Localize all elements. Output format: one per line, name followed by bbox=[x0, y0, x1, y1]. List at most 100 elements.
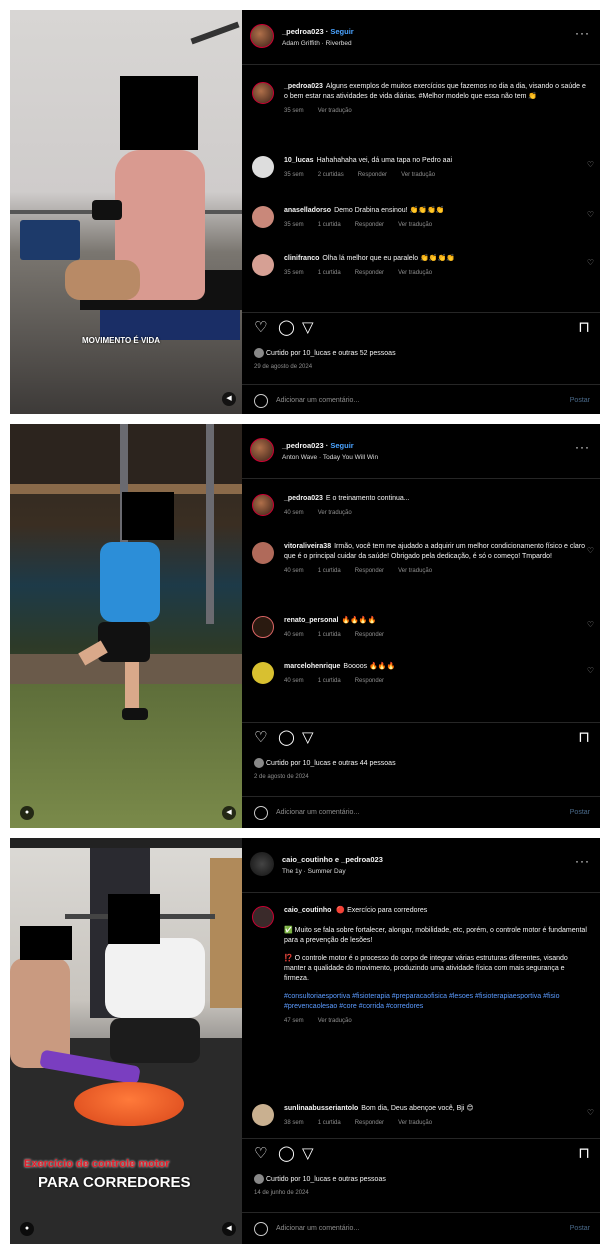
add-comment-bar: Adicionar um comentário... Postar bbox=[254, 394, 590, 412]
video-overlay-subtitle: PARA CORREDORES bbox=[38, 1174, 191, 1191]
post-1-video[interactable]: MOVIMENTO É VIDA ◀ bbox=[10, 10, 242, 414]
comment-like-icon[interactable]: ♡ bbox=[587, 546, 594, 555]
like-heart-icon[interactable]: ♡ bbox=[254, 318, 267, 336]
caption-text: Alguns exemplos de muitos exercícios que… bbox=[284, 83, 586, 100]
more-options-icon[interactable]: ··· bbox=[575, 26, 590, 40]
comment-input[interactable]: Adicionar um comentário... bbox=[276, 809, 359, 816]
censor-box bbox=[122, 492, 174, 540]
follow-button[interactable]: Seguir bbox=[330, 27, 353, 36]
share-send-icon[interactable]: ▽ bbox=[302, 1144, 314, 1162]
comment-like-icon[interactable]: ♡ bbox=[587, 258, 594, 267]
comment-like-icon[interactable]: ♡ bbox=[587, 160, 594, 169]
post-date: 14 de junho de 2024 bbox=[254, 1190, 309, 1196]
audio-label[interactable]: The 1y · Summer Day bbox=[282, 868, 346, 875]
avatar[interactable] bbox=[252, 156, 274, 178]
reply-link[interactable]: Responder bbox=[355, 678, 384, 684]
comment: marcelohenrique Boooos 🔥🔥🔥 40 sem 1 curtid… bbox=[252, 662, 594, 686]
comment-input[interactable]: Adicionar um comentário... bbox=[276, 1225, 359, 1232]
hashtags[interactable]: #consultoriaesportiva #fisioterapia #pre… bbox=[284, 992, 590, 1012]
comment-like-icon[interactable]: ♡ bbox=[587, 620, 594, 629]
avatar[interactable] bbox=[252, 542, 274, 564]
post-comment-button[interactable]: Postar bbox=[570, 809, 590, 816]
mute-icon[interactable]: ◀ bbox=[222, 806, 236, 820]
user-tag-icon[interactable]: ● bbox=[20, 806, 34, 820]
comment: sunlinaabusseriantolo Bom dia, Deus abenç… bbox=[252, 1104, 594, 1128]
see-translation-link[interactable]: Ver tradução bbox=[318, 510, 352, 516]
action-bar: ♡ ◯ ▽ ⊓ bbox=[254, 1144, 590, 1162]
username[interactable]: _pedroa023 bbox=[282, 27, 324, 36]
share-send-icon[interactable]: ▽ bbox=[302, 318, 314, 336]
save-bookmark-icon[interactable]: ⊓ bbox=[578, 728, 590, 746]
see-translation-link[interactable]: Ver tradução bbox=[318, 1018, 352, 1024]
comment-like-icon[interactable]: ♡ bbox=[587, 666, 594, 675]
comment-bubble-icon[interactable]: ◯ bbox=[278, 728, 295, 746]
emoji-icon[interactable] bbox=[254, 806, 268, 820]
more-options-icon[interactable]: ··· bbox=[575, 854, 590, 868]
post-3-video[interactable]: Exercício de controle motor PARA CORREDO… bbox=[10, 838, 242, 1244]
comment: clinifranco Olha lá melhor que eu paralel… bbox=[252, 254, 594, 278]
liked-by-text[interactable]: Curtido por 10_lucas e outras pessoas bbox=[266, 1176, 386, 1183]
post-2-video[interactable]: ● ◀ bbox=[10, 424, 242, 828]
post-comment-button[interactable]: Postar bbox=[570, 397, 590, 404]
reply-link[interactable]: Responder bbox=[355, 1120, 384, 1126]
liked-by-text[interactable]: Curtido por 10_lucas e outras 52 pessoas bbox=[266, 350, 396, 357]
comment-bubble-icon[interactable]: ◯ bbox=[278, 1144, 295, 1162]
avatar[interactable] bbox=[250, 438, 274, 462]
audio-label[interactable]: Adam Griffith · Riverbed bbox=[282, 40, 352, 47]
reply-link[interactable]: Responder bbox=[355, 270, 384, 276]
reply-link[interactable]: Responder bbox=[355, 568, 384, 574]
save-bookmark-icon[interactable]: ⊓ bbox=[578, 318, 590, 336]
reply-link[interactable]: Responder bbox=[355, 632, 384, 638]
caption: _pedroa023 E o treinamento continua... 40… bbox=[252, 494, 590, 518]
user-tag-icon[interactable]: ● bbox=[20, 1222, 34, 1236]
post-1: MOVIMENTO É VIDA ◀ _pedroa023 · Seguir A… bbox=[10, 10, 600, 414]
caption-username[interactable]: _pedroa023 bbox=[284, 83, 323, 90]
comment-bubble-icon[interactable]: ◯ bbox=[278, 318, 295, 336]
follow-button[interactable]: Seguir bbox=[330, 441, 353, 450]
caption-text: E o treinamento continua... bbox=[325, 495, 410, 502]
like-heart-icon[interactable]: ♡ bbox=[254, 1144, 267, 1162]
comment-like-icon[interactable]: ♡ bbox=[587, 210, 594, 219]
avatar[interactable] bbox=[252, 616, 274, 638]
mute-icon[interactable]: ◀ bbox=[222, 1222, 236, 1236]
share-send-icon[interactable]: ▽ bbox=[302, 728, 314, 746]
comment-like-icon[interactable]: ♡ bbox=[587, 1108, 594, 1117]
avatar[interactable] bbox=[252, 494, 274, 516]
avatar[interactable] bbox=[250, 24, 274, 48]
avatar[interactable] bbox=[252, 662, 274, 684]
censor-box bbox=[108, 894, 160, 944]
username[interactable]: _pedroa023 bbox=[282, 441, 324, 450]
comment: anaselladorso Demo Drabina ensinou! 👏👏👏👏 … bbox=[252, 206, 594, 230]
emoji-icon[interactable] bbox=[254, 1222, 268, 1236]
post-date: 2 de agosto de 2024 bbox=[254, 774, 309, 780]
post-1-panel: _pedroa023 · Seguir Adam Griffith · Rive… bbox=[242, 10, 600, 414]
like-heart-icon[interactable]: ♡ bbox=[254, 728, 267, 746]
see-translation-link[interactable]: Ver tradução bbox=[318, 108, 352, 114]
post-comment-button[interactable]: Postar bbox=[570, 1225, 590, 1232]
mute-icon[interactable]: ◀ bbox=[222, 392, 236, 406]
comment: 10_lucas Hahahahaha vei, dá uma tapa no P… bbox=[252, 156, 594, 180]
action-bar: ♡ ◯ ▽ ⊓ bbox=[254, 318, 590, 336]
avatar[interactable] bbox=[252, 1104, 274, 1126]
add-comment-bar: Adicionar um comentário... Postar bbox=[254, 1222, 590, 1240]
reply-link[interactable]: Responder bbox=[358, 172, 387, 178]
avatar[interactable] bbox=[252, 206, 274, 228]
save-bookmark-icon[interactable]: ⊓ bbox=[578, 1144, 590, 1162]
more-options-icon[interactable]: ··· bbox=[575, 440, 590, 454]
reply-link[interactable]: Responder bbox=[355, 222, 384, 228]
avatar[interactable] bbox=[252, 906, 274, 928]
comment-input[interactable]: Adicionar um comentário... bbox=[276, 397, 359, 404]
comment: vitoraliveira38 Irmão, você tem me ajudad… bbox=[252, 542, 594, 576]
video-overlay-text: MOVIMENTO É VIDA bbox=[82, 336, 161, 345]
liker-avatar bbox=[254, 1174, 264, 1184]
caption: caio_coutinho 🔴 Exercício para corredore… bbox=[252, 906, 590, 1026]
emoji-icon[interactable] bbox=[254, 394, 268, 408]
avatar[interactable] bbox=[252, 254, 274, 276]
post-header: caio_coutinho e _pedroa023 The 1y · Summ… bbox=[250, 848, 592, 882]
liked-by-text[interactable]: Curtido por 10_lucas e outras 44 pessoas bbox=[266, 760, 396, 767]
avatar[interactable] bbox=[252, 82, 274, 104]
username[interactable]: caio_coutinho e _pedroa023 bbox=[282, 855, 383, 864]
avatar[interactable] bbox=[250, 852, 274, 876]
post-header: _pedroa023 · Seguir Anton Wave · Today Y… bbox=[250, 434, 592, 468]
audio-label[interactable]: Anton Wave · Today You Will Win bbox=[282, 454, 378, 461]
